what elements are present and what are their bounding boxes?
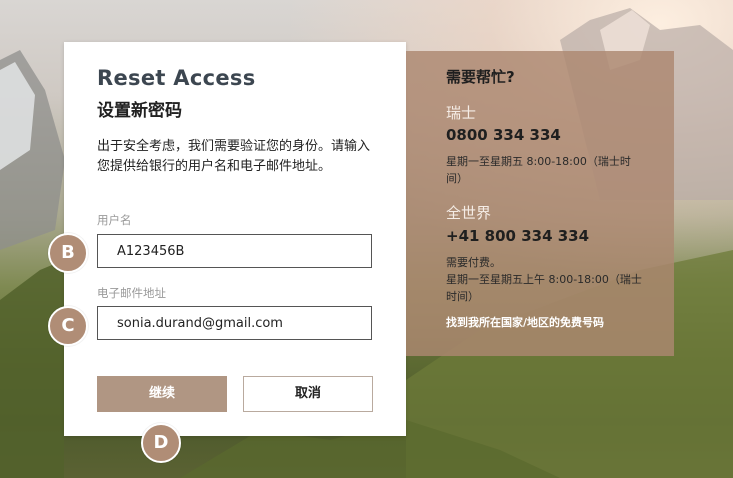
cancel-button[interactable]: 取消	[243, 376, 373, 412]
annotation-badge-c: C	[48, 306, 88, 346]
worldwide-phone[interactable]: +41 800 334 334	[446, 227, 589, 245]
switzerland-phone[interactable]: 0800 334 334	[446, 126, 561, 144]
instructions-text: 出于安全考虑，我们需要验证您的身份。请输入您提供给银行的用户名和电子邮件地址。	[97, 139, 371, 174]
page-title: Reset Access	[97, 66, 256, 90]
annotation-badge-d: D	[141, 423, 181, 463]
worldwide-fee-note: 需要付费。	[446, 256, 501, 269]
free-numbers-link[interactable]: 找到我所在国家/地区的免费号码	[446, 314, 604, 330]
username-field[interactable]: A123456B	[97, 234, 372, 268]
worldwide-hours: 星期一至星期五上午 8:00-18:00（瑞士时间）	[446, 273, 642, 303]
continue-button[interactable]: 继续	[97, 376, 227, 412]
help-title: 需要帮忙?	[446, 68, 515, 86]
page-subtitle: 设置新密码	[97, 101, 182, 121]
username-label: 用户名	[97, 213, 132, 227]
email-field[interactable]: sonia.durand@gmail.com	[97, 306, 372, 340]
switzerland-label: 瑞士	[446, 104, 477, 122]
annotation-badge-b: B	[48, 233, 88, 273]
help-panel: 需要帮忙? 瑞士 0800 334 334 星期一至星期五 8:00-18:00…	[406, 51, 674, 356]
switzerland-hours: 星期一至星期五 8:00-18:00（瑞士时间）	[446, 155, 631, 185]
email-label: 电子邮件地址	[97, 286, 166, 300]
worldwide-label: 全世界	[446, 204, 492, 222]
